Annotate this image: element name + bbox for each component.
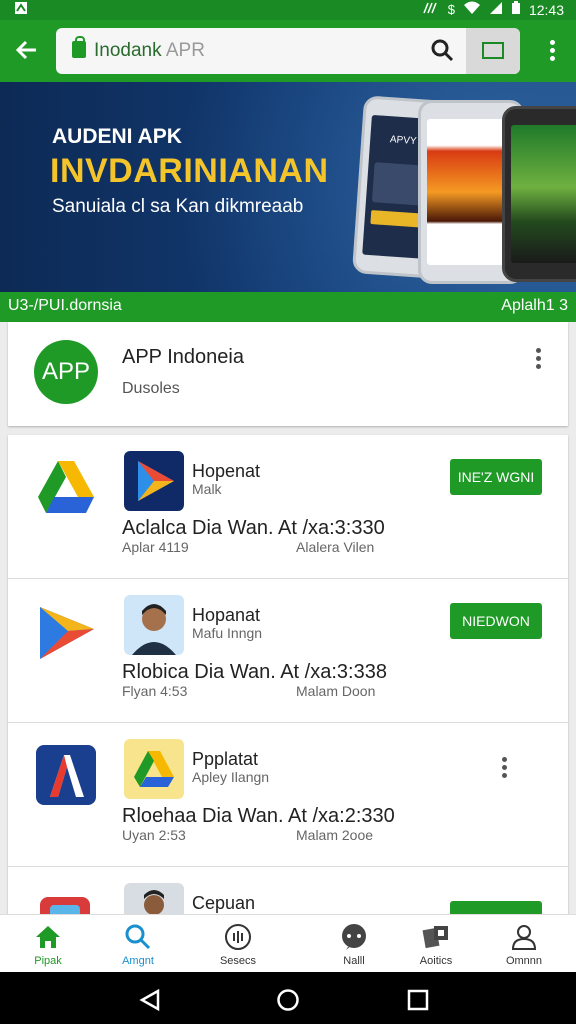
nav-label: Omnnn — [505, 955, 543, 967]
system-navigation-bar — [0, 972, 576, 1024]
drive-logo-icon — [36, 457, 96, 517]
person-icon — [510, 923, 538, 951]
back-arrow-icon[interactable] — [14, 34, 42, 66]
app-list: Hopenat Malk Aclalca Dia Wan. At /xa:3:3… — [8, 435, 568, 947]
letter-a-logo-icon — [36, 745, 96, 805]
caption-right[interactable]: Aplalh1 3 — [501, 297, 568, 315]
banner-headline: INVDARINIANAN — [50, 152, 329, 190]
apps-icon — [422, 923, 450, 951]
chat-icon — [340, 923, 368, 951]
compass-icon — [224, 923, 252, 951]
bottom-navigation: Pipak Amgnt Sesecs Nalll Aoitics Omnnn — [0, 914, 576, 972]
nav-home[interactable]: Pipak — [0, 915, 96, 973]
app-detail-right: Malam Doon — [296, 683, 376, 699]
nav-label: Aoitics — [419, 955, 453, 967]
install-button[interactable]: NIEDWON — [450, 603, 542, 639]
app-detail-left: Uyan 2:53 — [122, 827, 186, 843]
nav-apps[interactable]: Aoitics — [388, 915, 484, 973]
recents-square-icon[interactable] — [406, 988, 430, 1017]
tab-switcher-button[interactable] — [466, 28, 520, 74]
developer-subtitle: Dusoles — [122, 380, 180, 397]
search-suffix: APR — [165, 40, 205, 61]
overflow-menu-icon[interactable] — [550, 40, 556, 64]
list-item[interactable]: Ppplatat Apley Ilangn Rloehaa Dia Wan. A… — [8, 723, 568, 867]
developer-logo: APP — [34, 340, 98, 404]
home-icon — [34, 923, 62, 951]
data-icon: $ — [447, 2, 455, 17]
signal-icon — [422, 1, 440, 18]
developer-menu-icon[interactable] — [536, 348, 542, 372]
banner-subtitle: Sanuiala cl sa Kan dikmreaab — [52, 196, 304, 217]
home-circle-icon[interactable] — [276, 988, 300, 1017]
app-detail-left: Flyan 4:53 — [122, 683, 188, 699]
promo-banner[interactable]: AUDENI APK INVDARINIANAN Sanuiala cl sa … — [0, 82, 576, 292]
app-name: Hopenat — [192, 461, 261, 481]
nav-search[interactable]: Amgnt — [90, 915, 186, 973]
app-meta: Rloehaa Dia Wan. At /xa:2:330 — [122, 805, 395, 827]
app-meta: Aclalca Dia Wan. At /xa:3:330 — [122, 517, 385, 539]
clock: 12:43 — [528, 1, 564, 18]
wifi-icon — [463, 1, 481, 18]
app-detail-left: Aplar 4119 — [122, 539, 189, 555]
app-menu-icon[interactable] — [502, 757, 508, 781]
app-name: Cepuan — [192, 893, 256, 913]
nav-explore[interactable]: Sesecs — [190, 915, 286, 973]
app-developer: Apley Ilangn — [192, 769, 270, 785]
nav-profile[interactable]: Omnnn — [476, 915, 572, 973]
developer-name: APP Indoneia — [122, 346, 244, 368]
square-icon — [482, 42, 504, 59]
search-icon[interactable] — [430, 38, 456, 64]
play-logo-icon — [36, 601, 96, 661]
app-developer: Malk — [192, 481, 222, 497]
battery-icon — [511, 1, 521, 18]
app-developer: Mafu Inngn — [192, 625, 263, 641]
app-detail-right: Alalera Vilen — [296, 539, 375, 555]
nav-label: Sesecs — [219, 955, 257, 967]
search-input[interactable]: Inodank APR — [94, 40, 205, 62]
status-bar: $ 12:43 — [0, 0, 576, 20]
developer-card[interactable]: APP APP Indoneia Dusoles — [8, 322, 568, 426]
drive-app-icon — [124, 739, 184, 799]
avatar-app-icon — [124, 595, 184, 655]
store-bag-icon — [72, 36, 86, 58]
notification-icon — [14, 1, 28, 18]
phone-image-3 — [502, 106, 576, 282]
banner-kicker: AUDENI APK — [52, 125, 182, 148]
app-name: Ppplatat — [192, 749, 259, 769]
nav-label: Amgnt — [122, 955, 154, 967]
app-meta: Rlobica Dia Wan. At /xa:3:338 — [122, 661, 387, 683]
back-triangle-icon[interactable] — [138, 988, 162, 1017]
nav-label: Pipak — [34, 955, 62, 967]
search-icon — [124, 923, 152, 951]
search-bar[interactable]: Inodank APR — [56, 28, 520, 74]
list-item[interactable]: Hopanat Mafu Inngn Rlobica Dia Wan. At /… — [8, 579, 568, 723]
banner-caption-bar: U3-/PUI.dornsia Aplalh1 3 — [0, 292, 576, 322]
list-item[interactable]: Hopenat Malk Aclalca Dia Wan. At /xa:3:3… — [8, 435, 568, 579]
app-toolbar: Inodank APR — [0, 20, 576, 82]
app-detail-right: Malam 2ooe — [296, 827, 374, 843]
caption-left: U3-/PUI.dornsia — [8, 297, 122, 314]
install-button[interactable]: INE'Z WGNI — [450, 459, 542, 495]
app-name: Hopanat — [192, 605, 261, 625]
play-app-icon — [124, 451, 184, 511]
cell-signal-icon — [489, 1, 503, 18]
